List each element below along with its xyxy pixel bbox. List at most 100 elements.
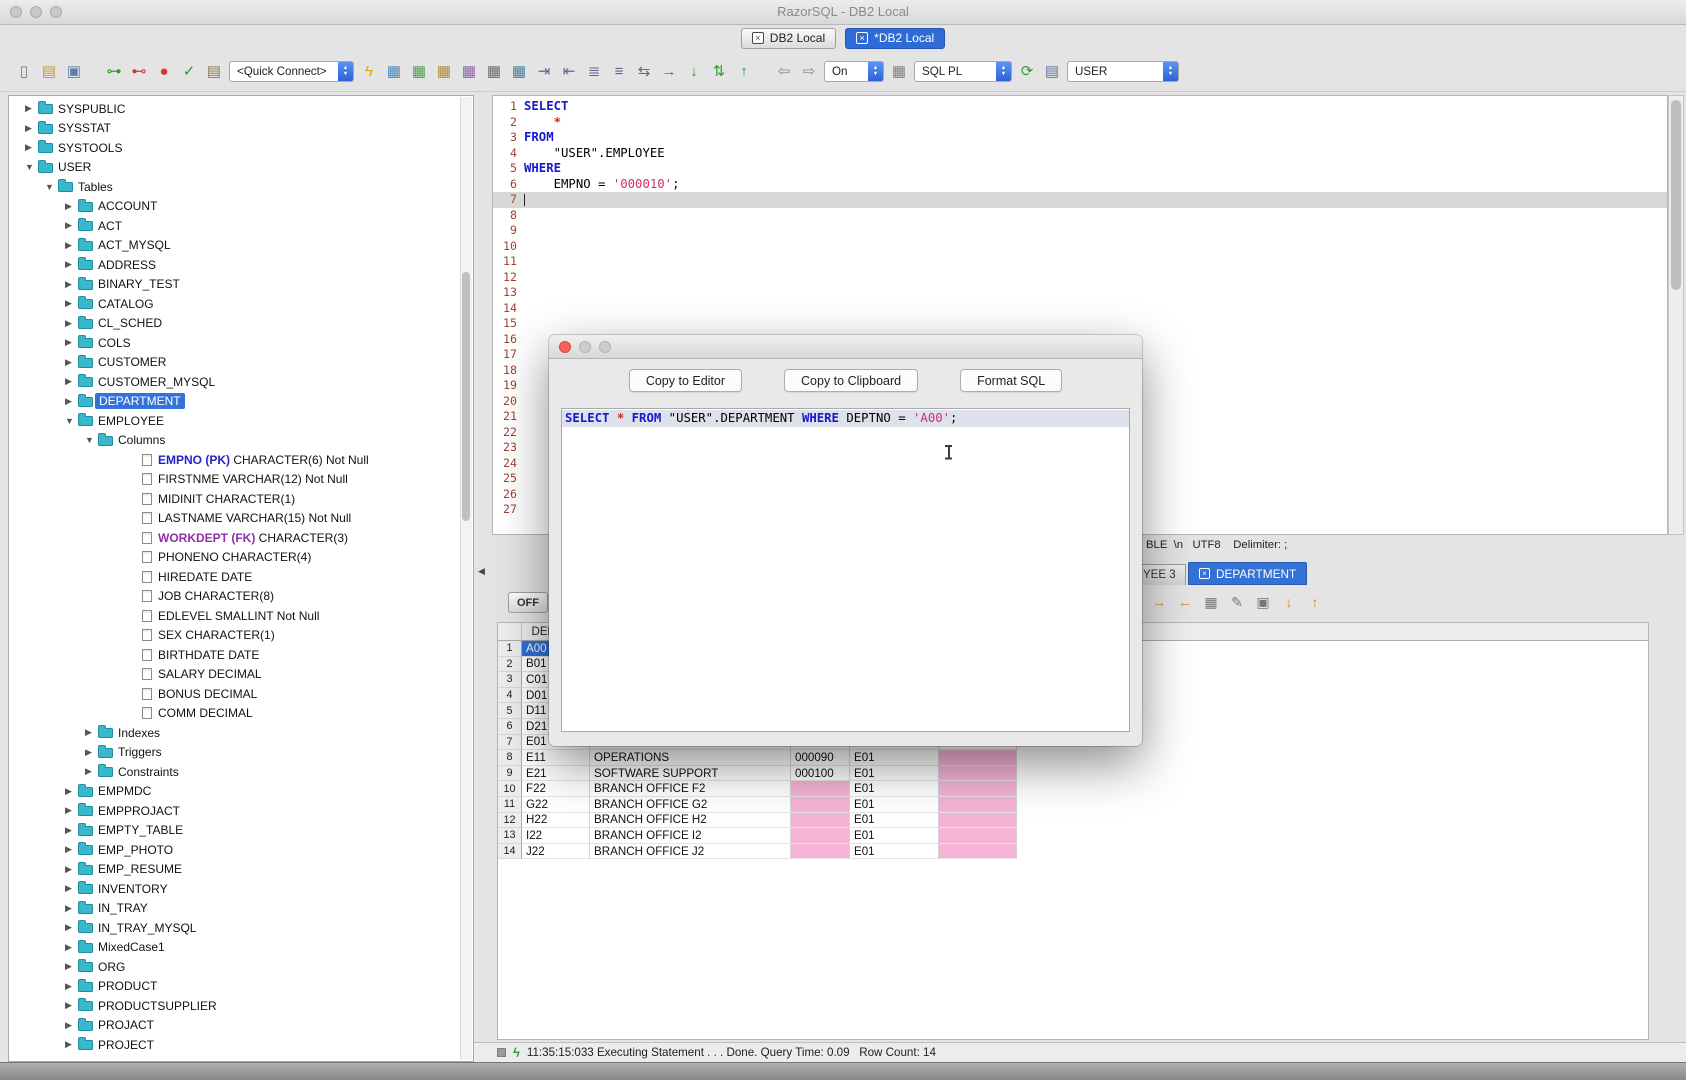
expand-arrow-icon[interactable]: ▶ (65, 259, 78, 270)
editor-line-3[interactable]: 3FROM (493, 130, 1667, 146)
tree-item-syspublic[interactable]: ▶SYSPUBLIC (9, 99, 473, 119)
off-button[interactable]: OFF (508, 592, 548, 613)
tree-item-customer-mysql[interactable]: ▶CUSTOMER_MYSQL (9, 372, 473, 392)
tree-scrollbar-thumb[interactable] (462, 272, 470, 521)
tree-item-indexes[interactable]: ▶Indexes (9, 723, 473, 743)
data-cell[interactable]: OPERATIONS (590, 750, 791, 766)
commit-icon[interactable]: ✓ (179, 62, 199, 82)
expand-arrow-icon[interactable]: ▶ (65, 883, 78, 894)
tree-item-sex-character-1[interactable]: SEX CHARACTER(1) (9, 626, 473, 646)
swap-icon[interactable]: ⇆ (634, 62, 654, 82)
expand-arrow-icon[interactable]: ▶ (65, 357, 78, 368)
tree-item-birthdate-date[interactable]: BIRTHDATE DATE (9, 645, 473, 665)
tree-item-sysstat[interactable]: ▶SYSSTAT (9, 119, 473, 139)
schema-select[interactable]: USER▲▼ (1067, 61, 1179, 82)
expand-arrow-icon[interactable]: ▶ (65, 864, 78, 875)
tab-close-icon[interactable]: × (1199, 568, 1210, 579)
collapse-panel-icon[interactable]: ◀ (478, 566, 485, 577)
tree-item-employee[interactable]: ▼EMPLOYEE (9, 411, 473, 431)
expand-arrow-icon[interactable]: ▶ (65, 805, 78, 816)
data-cell[interactable]: BRANCH OFFICE J2 (590, 844, 791, 860)
result-export-right-icon[interactable]: → (1150, 592, 1168, 612)
data-cell[interactable] (791, 813, 850, 829)
refresh-icon[interactable]: ⟳ (1017, 62, 1037, 82)
dialog-close-button[interactable] (559, 341, 571, 353)
editor-line-6[interactable]: 6 EMPNO = '000010'; (493, 177, 1667, 193)
tree-item-phoneno-character-4[interactable]: PHONENO CHARACTER(4) (9, 548, 473, 568)
editor-scrollbar[interactable] (1668, 95, 1684, 535)
expand-arrow-icon[interactable]: ▶ (65, 942, 78, 953)
schema-select-stepper[interactable]: ▲▼ (1163, 62, 1178, 81)
tree-item-job-character-8[interactable]: JOB CHARACTER(8) (9, 587, 473, 607)
tab-close-icon[interactable]: × (856, 32, 868, 44)
data-cell[interactable] (791, 781, 850, 797)
tree-item-columns[interactable]: ▼Columns (9, 431, 473, 451)
data-cell[interactable] (939, 844, 1017, 860)
expand-arrow-icon[interactable]: ▶ (25, 123, 38, 134)
quick-connect-select[interactable]: <Quick Connect>▲▼ (229, 61, 354, 82)
expand-arrow-icon[interactable]: ▶ (65, 1039, 78, 1050)
table-info-icon[interactable]: ▦ (434, 62, 454, 82)
expand-arrow-icon[interactable]: ▶ (85, 766, 98, 777)
row-number-cell[interactable]: 8 (498, 750, 522, 766)
row-number-cell[interactable]: 5 (498, 703, 522, 719)
row-number-cell[interactable]: 3 (498, 672, 522, 688)
nav-forward-icon[interactable]: → (659, 62, 679, 82)
data-cell[interactable]: E01 (850, 797, 939, 813)
tree-item-user[interactable]: ▼USER (9, 158, 473, 178)
data-cell[interactable]: E01 (850, 813, 939, 829)
data-cell[interactable]: E01 (850, 844, 939, 860)
editor-line-15[interactable]: 15 (493, 316, 1667, 332)
result-edit-icon[interactable]: ✎ (1228, 592, 1246, 612)
tree-item-empno-pk[interactable]: EMPNO (PK) CHARACTER(6) Not Null (9, 450, 473, 470)
editor-line-10[interactable]: 10 (493, 239, 1667, 255)
tree-item-customer[interactable]: ▶CUSTOMER (9, 353, 473, 373)
tree-scrollbar[interactable] (460, 97, 472, 1060)
results-tab-department[interactable]: × DEPARTMENT (1188, 562, 1307, 585)
editor-line-12[interactable]: 12 (493, 270, 1667, 286)
tree-item-department[interactable]: ▶DEPARTMENT (9, 392, 473, 412)
indent-icon[interactable]: ⇥ (534, 62, 554, 82)
history-back-icon[interactable]: ⇦ (774, 62, 794, 82)
tree-item-tables[interactable]: ▼Tables (9, 177, 473, 197)
connect-icon[interactable]: ⊶ (104, 62, 124, 82)
tree-item-projact[interactable]: ▶PROJACT (9, 1016, 473, 1036)
doc-tab-db2-local[interactable]: × DB2 Local (741, 28, 836, 49)
row-number-cell[interactable]: 1 (498, 641, 522, 657)
expand-arrow-icon[interactable]: ▶ (65, 786, 78, 797)
table-sql-icon[interactable]: ▦ (509, 62, 529, 82)
row-number-header[interactable] (498, 623, 522, 640)
data-cell[interactable]: E11 (522, 750, 590, 766)
data-cell[interactable]: 000090 (791, 750, 850, 766)
table-export-icon[interactable]: ▦ (459, 62, 479, 82)
doc-tab-db2-local-modified[interactable]: × *DB2 Local (845, 28, 945, 49)
results-tab-employee3[interactable]: YEE 3 (1136, 564, 1186, 585)
title-bar[interactable]: RazorSQL - DB2 Local (0, 0, 1686, 25)
expand-arrow-icon[interactable]: ▶ (65, 318, 78, 329)
execute-icon[interactable]: ϟ (359, 62, 379, 82)
data-cell[interactable]: E01 (850, 781, 939, 797)
row-number-cell[interactable]: 6 (498, 719, 522, 735)
expand-arrow-icon[interactable]: ▶ (65, 1000, 78, 1011)
expand-arrow-icon[interactable]: ▶ (65, 1020, 78, 1031)
tree-item-workdept-fk[interactable]: WORKDEPT (FK) CHARACTER(3) (9, 528, 473, 548)
tree-item-project[interactable]: ▶PROJECT (9, 1035, 473, 1055)
data-cell[interactable]: BRANCH OFFICE I2 (590, 828, 791, 844)
dialog-title-bar[interactable] (549, 335, 1142, 359)
copy-to-editor-button[interactable]: Copy to Editor (629, 369, 742, 392)
row-number-cell[interactable]: 12 (498, 813, 522, 829)
disconnect-icon[interactable]: ⊷ (129, 62, 149, 82)
expand-arrow-icon[interactable]: ▶ (65, 825, 78, 836)
save-icon[interactable]: ▣ (64, 62, 84, 82)
tree-item-empprojact[interactable]: ▶EMPPROJACT (9, 801, 473, 821)
row-number-cell[interactable]: 4 (498, 688, 522, 704)
nav-sync-icon[interactable]: ⇅ (709, 62, 729, 82)
collapse-arrow-icon[interactable]: ▼ (65, 416, 78, 426)
table-view-icon[interactable]: ▦ (384, 62, 404, 82)
tree-item-cl-sched[interactable]: ▶CL_SCHED (9, 314, 473, 334)
data-cell[interactable] (939, 813, 1017, 829)
tree-item-midinit-character-1[interactable]: MIDINIT CHARACTER(1) (9, 489, 473, 509)
messages-icon[interactable]: ▤ (1042, 62, 1062, 82)
format-lines-icon[interactable]: ≣ (584, 62, 604, 82)
editor-line-1[interactable]: 1SELECT (493, 99, 1667, 115)
